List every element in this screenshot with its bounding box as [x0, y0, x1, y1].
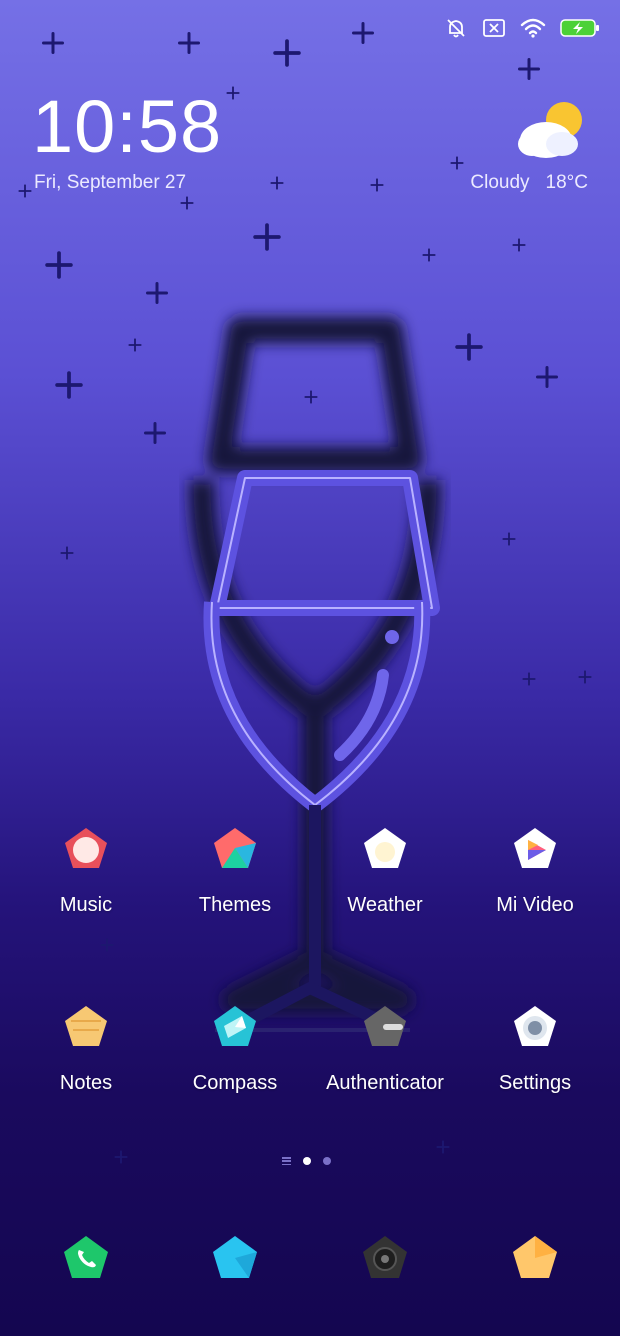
clock-time[interactable]: 10:58 — [32, 90, 222, 164]
battery-charging-icon — [560, 19, 599, 37]
browser-icon — [513, 1236, 557, 1278]
star-decoration — [578, 670, 591, 683]
status-bar — [444, 16, 600, 40]
app-compass[interactable]: Compass — [160, 1004, 310, 1095]
star-decoration — [352, 22, 374, 44]
dock-camera[interactable] — [310, 1234, 460, 1282]
star-decoration — [422, 248, 435, 261]
camera-icon — [363, 1236, 407, 1278]
star-decoration — [450, 156, 463, 169]
themes-icon — [214, 828, 256, 868]
app-notes[interactable]: Notes — [11, 1004, 161, 1095]
star-decoration — [518, 58, 540, 80]
star-decoration — [114, 1150, 127, 1163]
app-weather[interactable]: Weather — [310, 826, 460, 917]
weather-icon — [364, 828, 406, 868]
star-decoration — [180, 196, 193, 209]
app-label: Compass — [192, 1072, 278, 1094]
star-decoration — [273, 39, 301, 67]
star-decoration — [502, 532, 515, 545]
star-decoration — [45, 251, 73, 279]
wine-glass-wallpaper — [188, 317, 442, 1036]
video-icon — [514, 828, 556, 868]
star-decoration — [270, 176, 283, 189]
app-settings[interactable]: Settings — [460, 1004, 610, 1095]
star-decoration — [226, 86, 239, 99]
menu-lines-icon — [282, 1157, 291, 1165]
weather-temperature: 18°C — [545, 172, 588, 193]
app-mi-video[interactable]: Mi Video — [460, 826, 610, 917]
star-decoration — [55, 371, 83, 399]
star-decoration — [522, 672, 535, 685]
star-decoration — [253, 223, 281, 251]
weather-condition: Cloudy — [470, 172, 530, 193]
bell-off-icon — [447, 19, 465, 38]
star-decoration — [60, 546, 73, 559]
star-decoration — [18, 184, 31, 197]
phone-icon — [64, 1236, 108, 1278]
star-decoration — [512, 238, 525, 251]
app-label: Music — [59, 894, 113, 916]
authenticator-icon — [364, 1006, 406, 1046]
wifi-icon — [520, 18, 546, 38]
star-decoration — [536, 366, 558, 388]
app-themes[interactable]: Themes — [160, 826, 310, 917]
star-decoration — [436, 1140, 449, 1153]
dock-messaging[interactable] — [160, 1234, 310, 1282]
app-music[interactable]: Music — [11, 826, 161, 917]
star-decoration — [128, 338, 141, 351]
settings-icon — [514, 1006, 556, 1046]
app-label: Themes — [198, 894, 272, 916]
dock-browser[interactable] — [460, 1234, 610, 1282]
star-decoration — [42, 32, 64, 54]
clock-date[interactable]: Fri, September 27 — [34, 172, 186, 194]
messaging-icon — [213, 1236, 257, 1278]
app-authenticator[interactable]: Authenticator — [310, 1004, 460, 1095]
app-label: Weather — [347, 894, 423, 916]
page-indicator[interactable] — [282, 1157, 331, 1165]
partly-cloudy-icon[interactable] — [516, 100, 588, 162]
star-decoration — [370, 178, 383, 191]
star-decoration — [178, 32, 200, 54]
app-label: Notes — [59, 1072, 113, 1094]
app-label: Mi Video — [496, 894, 574, 916]
app-label: Settings — [498, 1072, 572, 1094]
compass-icon — [214, 1006, 256, 1046]
page-dot — [323, 1157, 331, 1165]
dock-phone[interactable] — [11, 1234, 161, 1282]
notes-icon — [65, 1006, 107, 1046]
app-label: Authenticator — [326, 1072, 444, 1094]
sim-off-icon — [483, 19, 505, 37]
page-dot-active — [303, 1157, 311, 1165]
weather-widget[interactable]: Cloudy 18°C — [470, 172, 588, 194]
star-decoration — [100, 938, 113, 951]
music-icon — [65, 828, 107, 868]
